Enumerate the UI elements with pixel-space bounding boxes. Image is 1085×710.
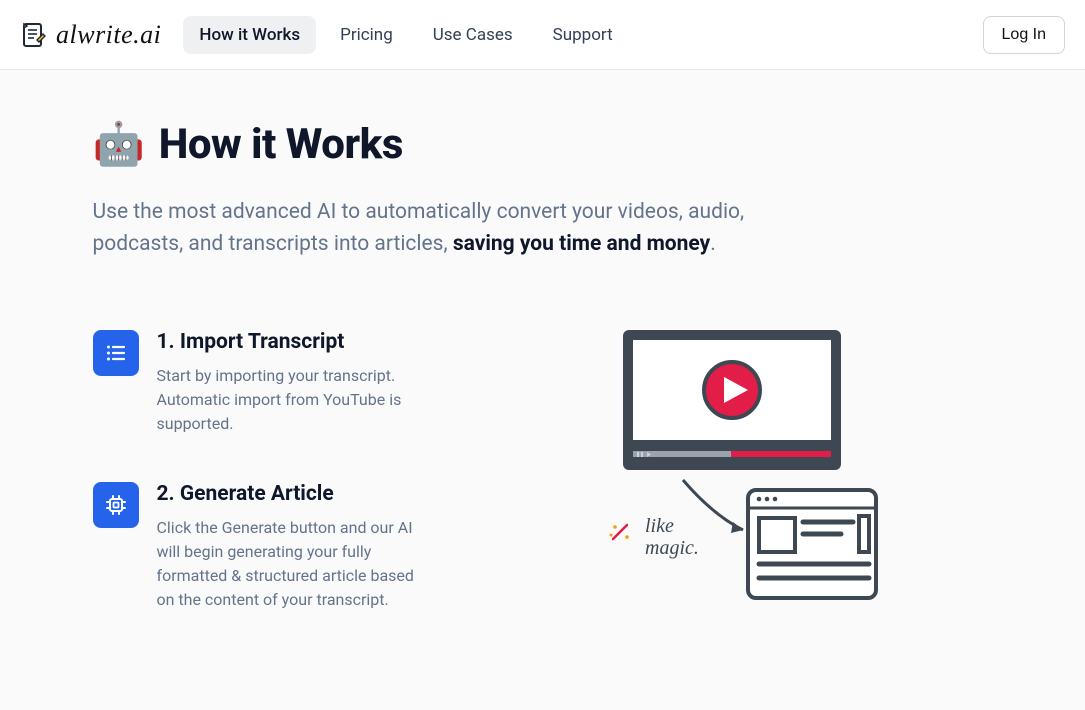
step-heading: 1. Import Transcript — [157, 330, 433, 354]
step-generate-article: 2. Generate Article Click the Generate b… — [93, 482, 433, 612]
page-title-row: 🤖 How it Works — [93, 120, 993, 169]
header-left: alwrite.ai How it Works Pricing Use Case… — [20, 16, 629, 54]
logo[interactable]: alwrite.ai — [20, 20, 161, 50]
subtitle-strong: saving you time and money — [453, 232, 710, 256]
illustration-caption-1: like — [645, 515, 674, 537]
nav-support[interactable]: Support — [537, 16, 629, 54]
step-import-transcript: 1. Import Transcript Start by importing … — [93, 330, 433, 436]
step-body: 2. Generate Article Click the Generate b… — [157, 482, 433, 612]
list-icon — [93, 330, 139, 376]
step-body: 1. Import Transcript Start by importing … — [157, 330, 433, 436]
login-button[interactable]: Log In — [983, 16, 1065, 54]
subtitle-post: . — [710, 232, 716, 256]
step-heading: 2. Generate Article — [157, 482, 433, 506]
cpu-icon — [93, 482, 139, 528]
page-title: How it Works — [159, 120, 403, 169]
logo-icon — [20, 21, 48, 49]
illustration: like magic. — [473, 330, 993, 630]
step-text: Start by importing your transcript. Auto… — [157, 364, 433, 436]
main-nav: How it Works Pricing Use Cases Support — [183, 16, 628, 54]
step-text: Click the Generate button and our AI wil… — [157, 516, 433, 612]
main-content: 🤖 How it Works Use the most advanced AI … — [73, 70, 1013, 710]
logo-text: alwrite.ai — [56, 20, 161, 50]
steps-list: 1. Import Transcript Start by importing … — [93, 330, 433, 612]
robot-icon: 🤖 — [93, 124, 145, 166]
site-header: alwrite.ai How it Works Pricing Use Case… — [0, 0, 1085, 70]
content-row: 1. Import Transcript Start by importing … — [93, 330, 993, 630]
illustration-caption-2: magic. — [645, 537, 699, 559]
nav-pricing[interactable]: Pricing — [324, 16, 409, 54]
nav-how-it-works[interactable]: How it Works — [183, 16, 316, 54]
nav-use-cases[interactable]: Use Cases — [417, 16, 529, 54]
page-subtitle: Use the most advanced AI to automaticall… — [93, 197, 813, 260]
